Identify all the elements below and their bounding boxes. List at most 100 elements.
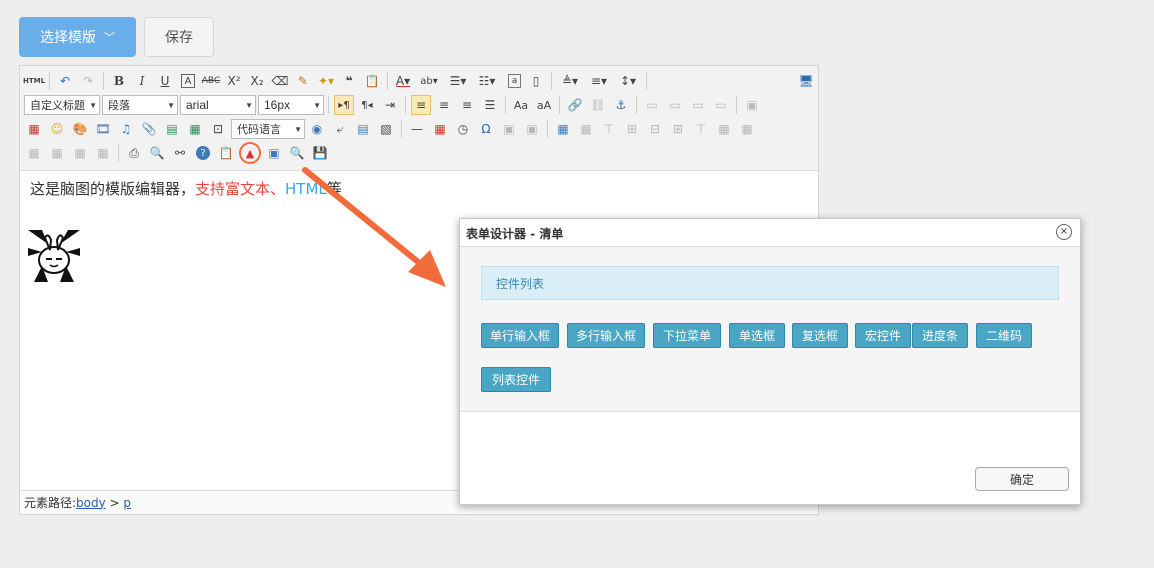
- image-left-icon[interactable]: ▭: [665, 95, 685, 115]
- ltr-icon[interactable]: ▸¶: [334, 95, 354, 115]
- paste-icon[interactable]: 📋: [216, 143, 236, 163]
- image-right-icon[interactable]: ▭: [688, 95, 708, 115]
- list-control-button[interactable]: 列表控件: [481, 367, 551, 392]
- editor-content[interactable]: 这是脑图的模版编辑器，支持富文本、HTML等: [30, 178, 342, 199]
- horizontal-rule-icon[interactable]: —: [407, 119, 427, 139]
- undo-icon[interactable]: ↶: [55, 71, 75, 91]
- background-color-icon[interactable]: ab▾: [416, 71, 442, 91]
- element-path-body-link[interactable]: body: [76, 496, 106, 510]
- image-icon[interactable]: ▣: [742, 95, 762, 115]
- underline-icon[interactable]: U: [155, 71, 175, 91]
- code-language-select[interactable]: 代码语言 ▼: [231, 119, 305, 139]
- confirm-button[interactable]: 确定: [975, 467, 1069, 491]
- single-line-input-button[interactable]: 单行输入框: [481, 323, 559, 348]
- print-icon[interactable]: ⎙: [124, 143, 144, 163]
- background-icon[interactable]: ▧: [376, 119, 396, 139]
- progress-bar-button[interactable]: 进度条: [912, 323, 968, 348]
- simple-upload-icon[interactable]: ▦: [24, 119, 44, 139]
- row-spacing-bottom-icon[interactable]: ≡▾: [586, 71, 612, 91]
- insert-col-icon[interactable]: ⊞: [668, 119, 688, 139]
- split-cols-icon[interactable]: ▦: [93, 143, 113, 163]
- form-designer-icon[interactable]: ▲: [239, 142, 261, 164]
- anchor-icon[interactable]: ⚓: [611, 95, 631, 115]
- align-justify-icon[interactable]: ☰: [480, 95, 500, 115]
- emotion-icon[interactable]: ☺: [47, 119, 67, 139]
- line-height-icon[interactable]: ↕▾: [615, 71, 641, 91]
- ordered-list-icon[interactable]: ☰▾: [445, 71, 471, 91]
- row-spacing-top-icon[interactable]: ≜▾: [557, 71, 583, 91]
- insert-table-icon[interactable]: ▦: [553, 119, 573, 139]
- search-replace-icon[interactable]: ⚯: [170, 143, 190, 163]
- select-template-button[interactable]: 选择模版 ﹀: [19, 17, 136, 57]
- select-all-icon[interactable]: a: [508, 74, 521, 88]
- subscript-icon[interactable]: X₂: [247, 71, 267, 91]
- strikethrough-icon[interactable]: ABC: [201, 71, 221, 91]
- dropdown-menu-button[interactable]: 下拉菜单: [653, 323, 721, 348]
- special-chars-icon[interactable]: Ω: [476, 119, 496, 139]
- paragraph-select[interactable]: 段落 ▼: [102, 95, 178, 115]
- custom-style-select[interactable]: 自定义标题 ▼: [24, 95, 100, 115]
- align-center-icon[interactable]: ≡: [434, 95, 454, 115]
- merge-down-icon[interactable]: ▦: [24, 143, 44, 163]
- save-button[interactable]: 保存: [144, 17, 214, 57]
- attachment-icon[interactable]: 📎: [139, 119, 159, 139]
- multi-line-input-button[interactable]: 多行输入框: [567, 323, 645, 348]
- help-icon[interactable]: ?: [196, 146, 210, 160]
- case-lower-icon[interactable]: aA: [534, 95, 554, 115]
- blockquote-icon[interactable]: ❝: [339, 71, 359, 91]
- macro-control-button[interactable]: 宏控件: [855, 323, 911, 348]
- align-right-icon[interactable]: ≡: [457, 95, 477, 115]
- rtl-icon[interactable]: ¶◂: [357, 95, 377, 115]
- eraser-icon[interactable]: ⌫: [270, 71, 290, 91]
- bold-icon[interactable]: B: [109, 71, 129, 91]
- merge-right-icon[interactable]: ▦: [737, 119, 757, 139]
- clear-doc-icon[interactable]: ▯: [526, 71, 546, 91]
- map-icon[interactable]: ▤: [162, 119, 182, 139]
- image-center-icon[interactable]: ▭: [711, 95, 731, 115]
- snapscreen-icon[interactable]: ▣: [499, 119, 519, 139]
- word-image-icon[interactable]: ▣: [522, 119, 542, 139]
- indent-icon[interactable]: ⇥: [380, 95, 400, 115]
- fullscreen-icon[interactable]: 🖥: [796, 71, 816, 91]
- italic-icon[interactable]: I: [132, 71, 152, 91]
- auto-format-icon[interactable]: ✦▾: [316, 71, 336, 91]
- merge-cells-icon[interactable]: ▦: [714, 119, 734, 139]
- insert-row-icon[interactable]: ⊞: [622, 119, 642, 139]
- split-cells-icon[interactable]: ▦: [47, 143, 67, 163]
- qr-code-button[interactable]: 二维码: [976, 323, 1032, 348]
- unordered-list-icon[interactable]: ☷▾: [474, 71, 500, 91]
- font-color-icon[interactable]: A▾: [393, 71, 413, 91]
- close-icon[interactable]: ×: [1056, 224, 1072, 240]
- pagebreak-icon[interactable]: ⤶: [330, 119, 350, 139]
- scrawl-icon[interactable]: 🎨: [70, 119, 90, 139]
- unlink-icon[interactable]: ⛓: [588, 95, 608, 115]
- image-none-icon[interactable]: ▭: [642, 95, 662, 115]
- delete-table-icon[interactable]: ▦: [576, 119, 596, 139]
- layout-icon[interactable]: ▣: [264, 143, 284, 163]
- gmap-icon[interactable]: ▦: [185, 119, 205, 139]
- split-rows-icon[interactable]: ▦: [70, 143, 90, 163]
- font-size-select[interactable]: 16px ▼: [258, 95, 324, 115]
- save-disk-icon[interactable]: 💾: [310, 143, 330, 163]
- music-icon[interactable]: ♫: [116, 119, 136, 139]
- html-source-icon[interactable]: HTML: [23, 71, 45, 91]
- zoom-icon[interactable]: 🔍: [287, 143, 307, 163]
- element-path-p-link[interactable]: p: [123, 496, 131, 510]
- format-brush-icon[interactable]: ✎: [293, 71, 313, 91]
- radio-button[interactable]: 单选框: [729, 323, 785, 348]
- insert-paragraph-before-table-icon[interactable]: ⊤: [599, 119, 619, 139]
- font-family-select[interactable]: arial ▼: [180, 95, 256, 115]
- webapp-icon[interactable]: ◉: [307, 119, 327, 139]
- time-icon[interactable]: ◷: [453, 119, 473, 139]
- video-icon[interactable]: 🎞: [93, 119, 113, 139]
- insert-frame-icon[interactable]: ⊡: [208, 119, 228, 139]
- redo-icon[interactable]: ↷: [78, 71, 98, 91]
- delete-row-icon[interactable]: ⊟: [645, 119, 665, 139]
- template-icon[interactable]: ▤: [353, 119, 373, 139]
- paste-plain-icon[interactable]: 📋: [362, 71, 382, 91]
- checkbox-button[interactable]: 复选框: [792, 323, 848, 348]
- preview-icon[interactable]: 🔍: [147, 143, 167, 163]
- align-left-icon[interactable]: ≡: [411, 95, 431, 115]
- superscript-icon[interactable]: X²: [224, 71, 244, 91]
- delete-col-icon[interactable]: ⊤: [691, 119, 711, 139]
